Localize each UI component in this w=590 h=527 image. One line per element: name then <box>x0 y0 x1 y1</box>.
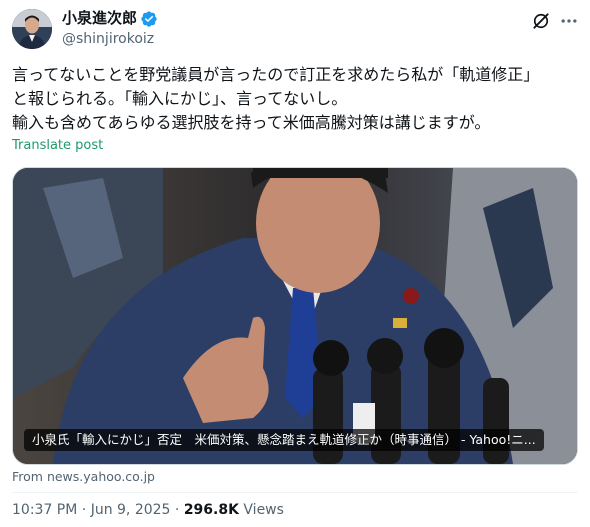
avatar[interactable] <box>12 9 52 49</box>
tweet-text-line: 言ってないことを野党議員が言ったので訂正を求めたら私が「軌道修正」 <box>12 65 540 84</box>
views-label: Views <box>243 502 284 518</box>
news-photo <box>13 168 577 464</box>
tweet-time[interactable]: 10:37 PM <box>12 502 77 518</box>
author-handle[interactable]: @shinjirokoiz <box>62 30 154 48</box>
meta-separator: · <box>174 502 180 518</box>
avatar-image <box>12 9 52 49</box>
author-display-name[interactable]: 小泉進次郎 <box>62 9 137 28</box>
tweet-text: 言ってないことを野党議員が言ったので訂正を求めたら私が「軌道修正」 と報じられる… <box>12 63 578 135</box>
tweet-text-line: 輸入も含めてあらゆる選択肢を持って米価高騰対策は講じますが。 <box>12 113 491 132</box>
translate-post-link[interactable]: Translate post <box>12 138 103 153</box>
link-card[interactable]: 小泉氏「輸入にかじ」否定 米価対策、懸念踏まえ軌道修正か（時事通信） - Yah… <box>12 167 578 465</box>
card-source[interactable]: From news.yahoo.co.jp <box>12 469 155 484</box>
tweet: 小泉進次郎 @shinjirokoiz 言ってないことを野党議員が言ったので訂正… <box>0 0 590 527</box>
tweet-text-line: と報じられる。「輸入にかじ」、言ってないし。 <box>12 89 348 108</box>
verified-badge-icon <box>141 10 157 27</box>
grok-icon[interactable] <box>531 11 551 31</box>
author-name-row: 小泉進次郎 <box>62 9 158 28</box>
tweet-date[interactable]: Jun 9, 2025 <box>91 502 171 518</box>
tweet-meta: 10:37 PM · Jun 9, 2025 · 296.8K Views <box>12 502 284 518</box>
meta-separator: · <box>81 502 87 518</box>
divider <box>12 492 578 493</box>
views-count: 296.8K <box>183 502 239 518</box>
more-dots-icon[interactable] <box>559 11 579 31</box>
card-caption: 小泉氏「輸入にかじ」否定 米価対策、懸念踏まえ軌道修正か（時事通信） - Yah… <box>24 429 544 451</box>
